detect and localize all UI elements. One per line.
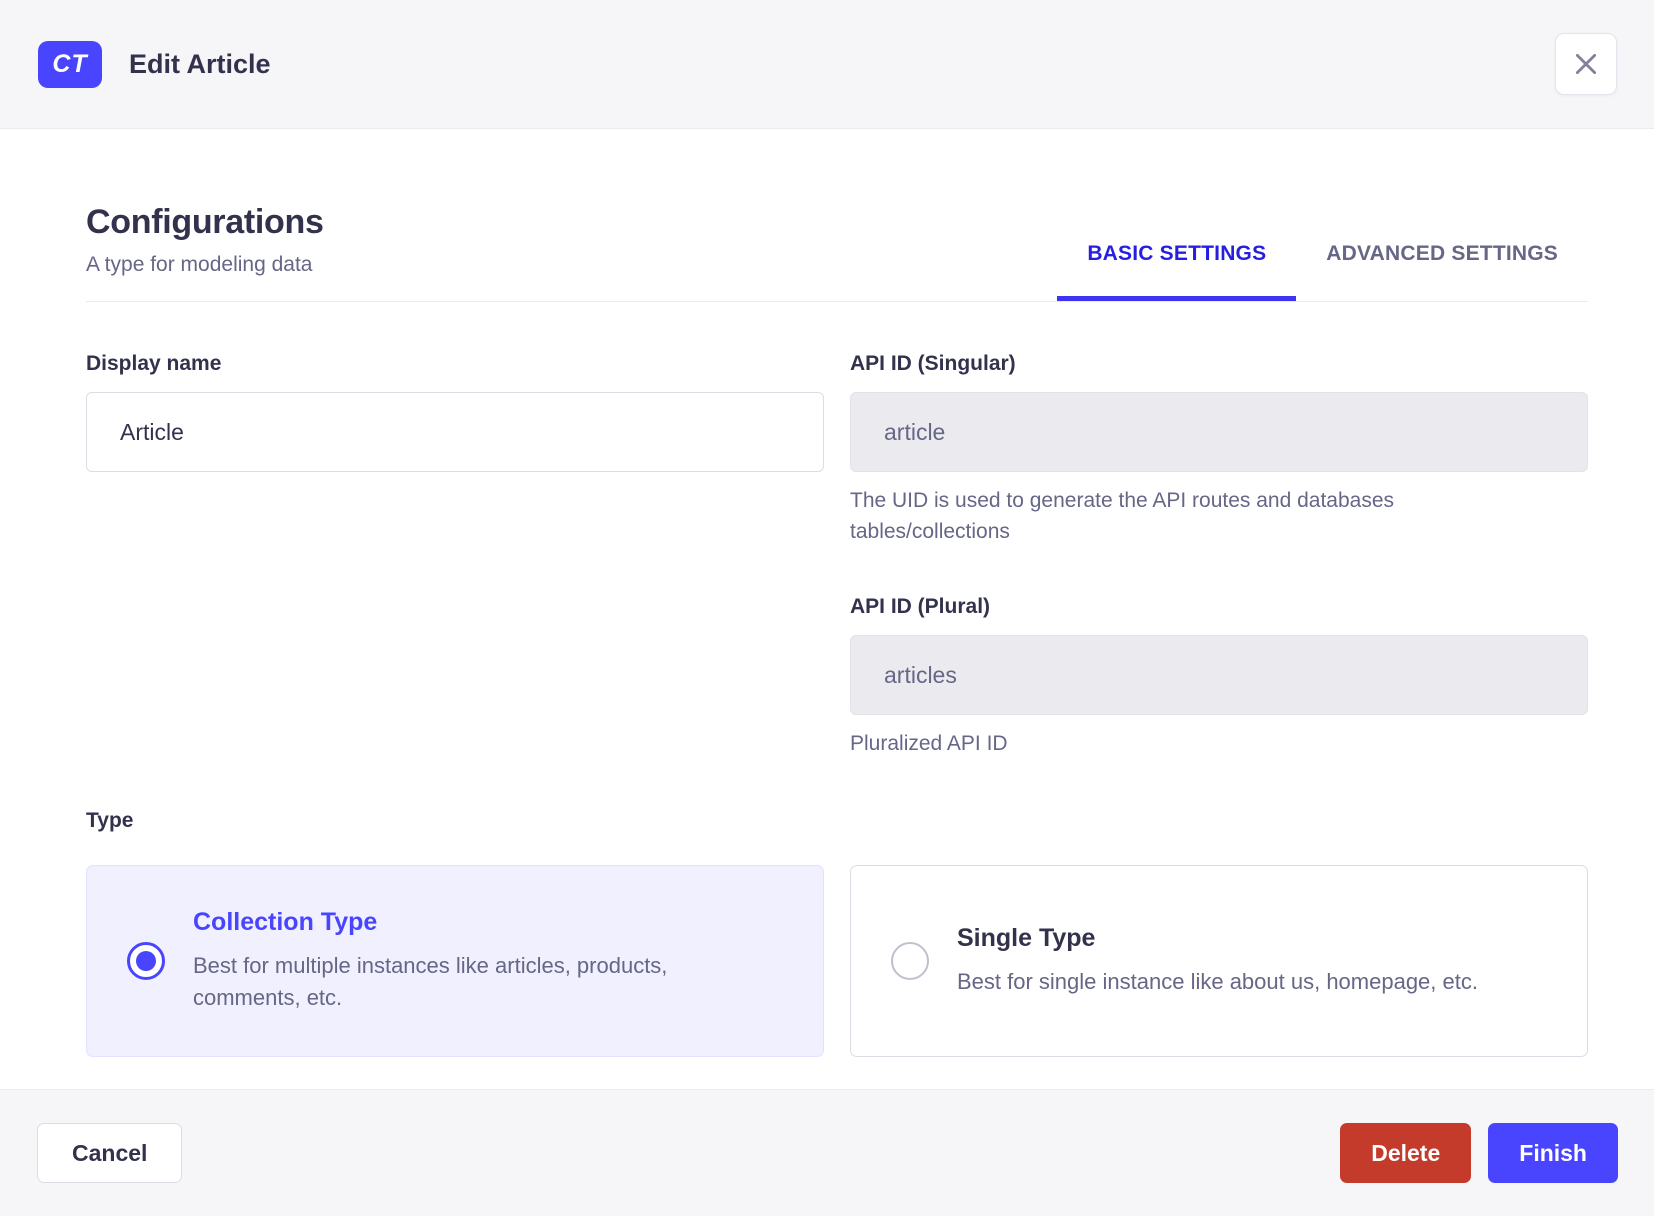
type-options: Collection Type Best for multiple instan… [86,865,1588,1058]
config-titles: Configurations A type for modeling data [86,203,324,301]
close-button[interactable] [1555,33,1617,95]
single-type-card[interactable]: Single Type Best for single instance lik… [850,865,1588,1058]
api-id-plural-helper: Pluralized API ID [850,732,1008,756]
collection-type-title: Collection Type [193,908,378,937]
content-type-badge-label: CT [52,49,88,78]
cancel-button[interactable]: Cancel [37,1123,183,1183]
api-id-plural-label: API ID (Plural) [850,595,991,619]
modal-body: Configurations A type for modeling data … [0,129,1654,1089]
api-id-plural-input [850,635,1588,716]
collection-type-text: Collection Type Best for multiple instan… [193,908,738,1014]
page-title: Configurations [86,203,324,241]
api-id-singular-label: API ID (Singular) [850,352,1016,375]
api-id-singular-helper: The UID is used to generate the API rout… [850,489,1395,544]
single-type-description: Best for single instance like about us, … [957,969,1478,995]
page-subtitle: A type for modeling data [86,253,313,276]
collection-type-description: Best for multiple instances like article… [193,953,668,1011]
display-name-field: Display name [86,352,824,547]
close-icon [1575,53,1597,75]
collection-type-card[interactable]: Collection Type Best for multiple instan… [86,865,824,1058]
type-label: Type [86,809,134,833]
tab-advanced-settings[interactable]: ADVANCED SETTINGS [1296,242,1588,301]
single-type-title: Single Type [957,924,1096,953]
edit-content-type-modal: CT Edit Article Configurations A type fo… [0,0,1654,1216]
single-type-text: Single Type Best for single instance lik… [957,924,1478,998]
single-type-radio[interactable] [891,942,929,981]
api-id-singular-input [850,392,1588,472]
modal-footer: Cancel Delete Finish [0,1089,1654,1216]
tab-basic-settings[interactable]: BASIC SETTINGS [1057,242,1297,301]
config-header-row: Configurations A type for modeling data … [86,203,1588,302]
display-name-input[interactable] [86,392,824,472]
settings-tabs: BASIC SETTINGS ADVANCED SETTINGS [1057,242,1588,301]
config-form: Display name API ID (Singular) The UID i… [86,352,1588,759]
api-id-plural-field: API ID (Plural) Pluralized API ID [850,595,1588,759]
delete-button[interactable]: Delete [1340,1123,1472,1183]
modal-title: Edit Article [129,48,271,79]
finish-button[interactable]: Finish [1488,1123,1618,1183]
content-type-badge: CT [38,40,102,88]
modal-header: CT Edit Article [0,0,1654,129]
display-name-label: Display name [86,352,222,375]
api-id-singular-field: API ID (Singular) The UID is used to gen… [850,352,1588,547]
collection-type-radio[interactable] [127,942,165,981]
radio-selected-dot [136,951,156,972]
